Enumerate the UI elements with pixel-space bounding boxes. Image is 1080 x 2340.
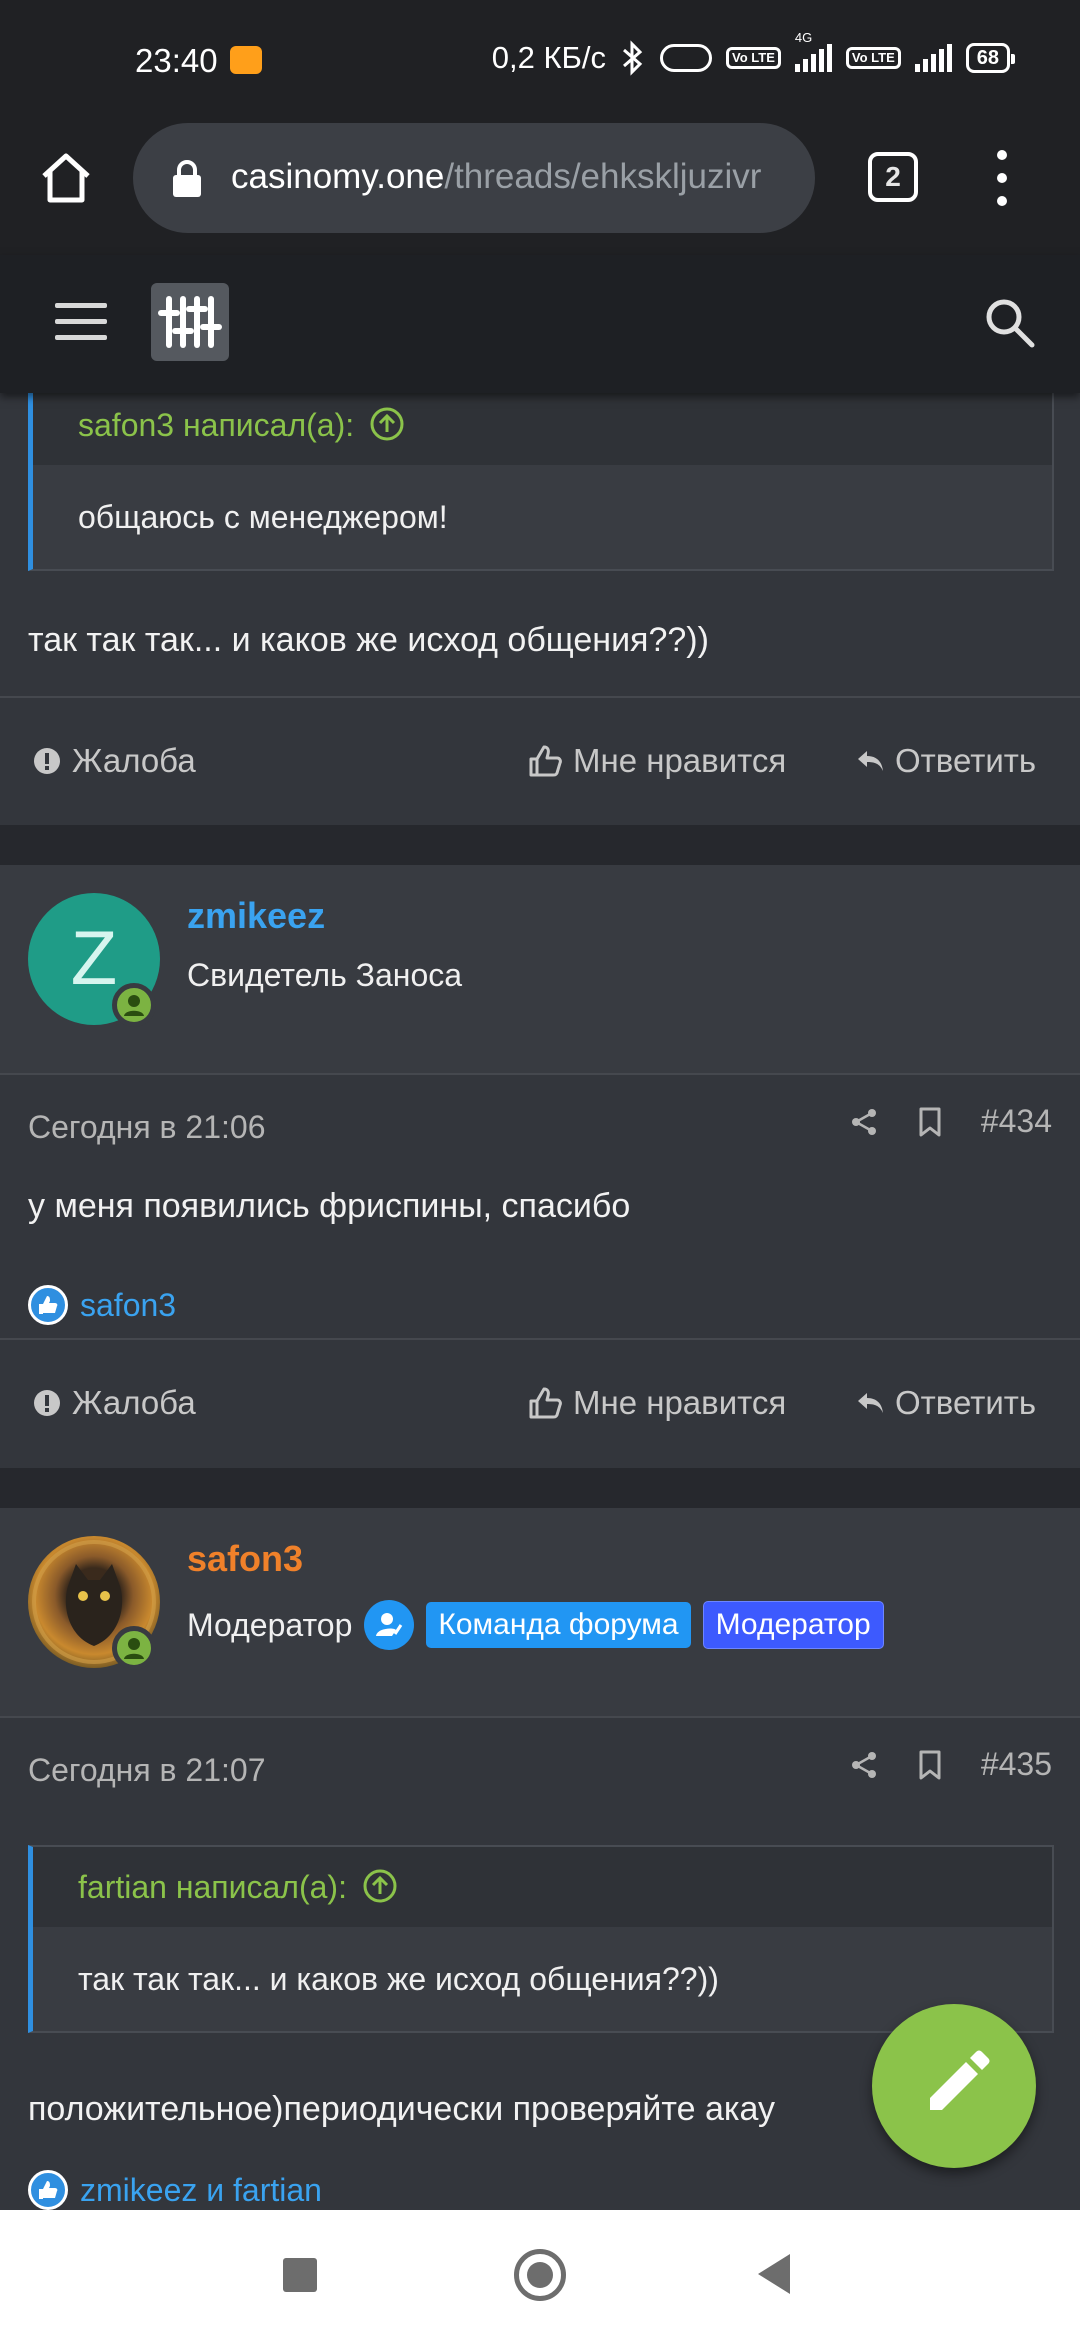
report-button[interactable]: Жалоба bbox=[32, 742, 196, 780]
url-host: casinomy.one bbox=[231, 157, 445, 196]
back-button[interactable] bbox=[758, 2254, 790, 2294]
thread-content: safon3 написал(а): общаюсь с менеджером!… bbox=[0, 393, 1080, 2210]
bookmark-icon[interactable] bbox=[917, 1106, 943, 1138]
post-gap bbox=[0, 825, 1080, 865]
search-icon[interactable] bbox=[982, 295, 1038, 351]
address-bar[interactable]: casinomy.one/threads/ehkskljuzivr bbox=[133, 123, 815, 233]
pencil-icon bbox=[930, 2050, 990, 2110]
likes-list[interactable]: safon3 bbox=[80, 1287, 176, 1324]
arrow-up-circle-icon[interactable] bbox=[369, 406, 405, 442]
network-speed: 0,2 КБ/с bbox=[491, 40, 607, 75]
username[interactable]: zmikeez bbox=[187, 895, 325, 937]
post-2-body: Сегодня в 21:06 #434 у меня появились фр… bbox=[0, 1075, 1080, 1275]
home-icon[interactable] bbox=[38, 150, 94, 206]
badge-moderator[interactable]: Модератор bbox=[702, 1601, 884, 1649]
browser-menu-icon[interactable] bbox=[994, 150, 1010, 206]
post-message: положительное)периодически проверяйте ак… bbox=[28, 2090, 776, 2128]
status-indicators: 0,2 КБ/с Vo LTE 4G Vo LTE 68 bbox=[491, 30, 1016, 76]
recents-button[interactable] bbox=[283, 2258, 317, 2292]
post-message: так так так... и каков же исход общения?… bbox=[28, 621, 709, 659]
post-meta: Сегодня в 21:07 #435 bbox=[0, 1718, 1080, 1818]
alert-icon bbox=[34, 1390, 60, 1416]
bookmark-icon[interactable] bbox=[917, 1749, 943, 1781]
status-bar: 23:40 0,2 КБ/с Vo LTE 4G Vo LTE 68 bbox=[0, 0, 1080, 120]
user-title: Модератор bbox=[187, 1606, 353, 1643]
report-button[interactable]: Жалоба bbox=[32, 1384, 196, 1422]
alert-icon bbox=[34, 748, 60, 774]
reply-icon bbox=[858, 1393, 883, 1413]
home-button[interactable] bbox=[514, 2249, 566, 2301]
thumbs-up-icon bbox=[529, 1387, 562, 1419]
lock-icon bbox=[173, 160, 201, 197]
logo-sliders-icon bbox=[158, 296, 222, 348]
like-button[interactable]: Мне нравится bbox=[527, 1384, 786, 1422]
signal-2-icon bbox=[914, 44, 952, 72]
online-status-icon bbox=[112, 983, 156, 1027]
volte-icon: Vo LTE bbox=[726, 47, 781, 69]
post-2-user-header: Z zmikeez Свидетель Заноса bbox=[0, 865, 1080, 1073]
quote-author: safon3 написал(а): bbox=[78, 407, 355, 443]
like-badge-icon bbox=[28, 2170, 68, 2210]
reply-label: Ответить bbox=[895, 742, 1037, 779]
post-1: safon3 написал(а): общаюсь с менеджером!… bbox=[0, 393, 1080, 826]
hamburger-menu-icon[interactable] bbox=[55, 303, 107, 343]
compose-reply-button[interactable] bbox=[872, 2004, 1036, 2168]
post-actions: Жалоба Мне нравится Ответить bbox=[0, 1340, 1080, 1468]
thumbs-up-icon bbox=[529, 745, 562, 777]
bluetooth-icon bbox=[623, 40, 643, 76]
like-button[interactable]: Мне нравится bbox=[527, 742, 786, 780]
post-message: у меня появились фриспины, спасибо bbox=[28, 1187, 631, 1225]
url-text: casinomy.one/threads/ehkskljuzivr bbox=[231, 157, 801, 197]
username[interactable]: safon3 bbox=[187, 1538, 303, 1580]
mail-notification-icon bbox=[230, 46, 262, 74]
battery-level: 68 bbox=[976, 47, 999, 69]
report-label: Жалоба bbox=[72, 742, 196, 779]
share-icon[interactable] bbox=[849, 1107, 879, 1137]
quote-header[interactable]: fartian написал(а): bbox=[33, 1847, 1052, 1927]
post-date[interactable]: Сегодня в 21:07 bbox=[28, 1752, 266, 1789]
tab-switcher-button[interactable]: 2 bbox=[868, 152, 918, 202]
like-badge-icon bbox=[28, 1285, 68, 1325]
reply-label: Ответить bbox=[895, 1384, 1037, 1421]
signal-1-icon: 4G bbox=[794, 30, 832, 72]
share-icon[interactable] bbox=[849, 1750, 879, 1780]
online-status-icon bbox=[112, 1626, 156, 1670]
post-meta: Сегодня в 21:06 #434 bbox=[0, 1075, 1080, 1175]
staff-icon bbox=[364, 1600, 415, 1650]
net-type-label: 4G bbox=[794, 30, 813, 45]
vibrate-icon bbox=[660, 44, 713, 72]
quote-block: safon3 написал(а): общаюсь с менеджером! bbox=[28, 393, 1054, 571]
reply-button[interactable]: Ответить bbox=[855, 1384, 1036, 1422]
badge-forum-team[interactable]: Команда форума bbox=[426, 1602, 691, 1648]
post-number[interactable]: #435 bbox=[981, 1746, 1052, 1783]
reply-icon bbox=[858, 751, 883, 771]
like-label: Мне нравится bbox=[573, 742, 787, 779]
user-title: Свидетель Заноса bbox=[187, 957, 463, 993]
battery-icon: 68 bbox=[965, 43, 1016, 73]
system-nav-bar bbox=[0, 2210, 1080, 2340]
report-label: Жалоба bbox=[72, 1384, 196, 1421]
volte-icon-2: Vo LTE bbox=[845, 47, 901, 69]
quote-text: общаюсь с менеджером! bbox=[33, 465, 1052, 569]
site-logo[interactable] bbox=[151, 283, 229, 361]
arrow-up-circle-icon[interactable] bbox=[362, 1868, 398, 1904]
post-actions: Жалоба Мне нравится Ответить bbox=[0, 698, 1080, 826]
post-gap bbox=[0, 1468, 1080, 1508]
quote-author: fartian написал(а): bbox=[78, 1869, 347, 1905]
status-time: 23:40 bbox=[135, 42, 218, 79]
post-number[interactable]: #434 bbox=[981, 1103, 1052, 1140]
reply-button[interactable]: Ответить bbox=[855, 742, 1036, 780]
quote-header[interactable]: safon3 написал(а): bbox=[33, 393, 1052, 465]
post-date[interactable]: Сегодня в 21:06 bbox=[28, 1109, 266, 1146]
likes-list[interactable]: zmikeez и fartian bbox=[80, 2172, 322, 2209]
like-label: Мне нравится bbox=[573, 1384, 787, 1421]
post-3-user-header: safon3 Модератор Команда форума Модерато… bbox=[0, 1508, 1080, 1716]
url-path: /threads/ehkskljuzivr bbox=[444, 157, 762, 196]
